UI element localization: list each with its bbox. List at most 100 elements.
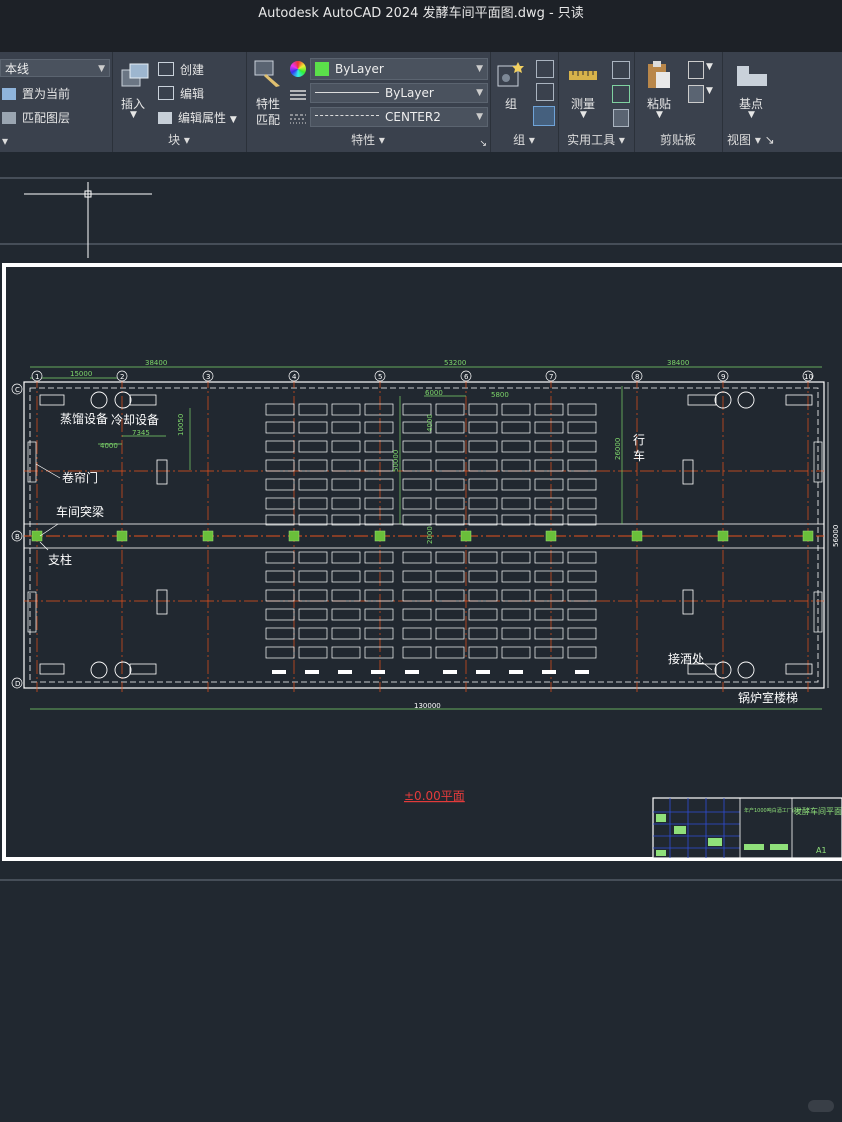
sheet-frame <box>2 263 842 861</box>
dim-7345: 7345 <box>132 429 150 437</box>
dim-56000: 56000 <box>832 525 840 547</box>
edit-attributes-icon <box>158 112 172 124</box>
utilities-panel-label[interactable]: 实用工具 ▾ <box>558 131 634 148</box>
ruler-icon[interactable] <box>568 66 598 82</box>
dialog-launcher-icon[interactable]: ↘ <box>479 139 487 149</box>
layer-dropdown-value: 本线 <box>5 62 30 76</box>
group-edit-icon[interactable] <box>536 83 554 101</box>
group-button[interactable]: 组 <box>505 95 517 112</box>
block-panel: 插入 ▼ 创建 编辑 编辑属性 ▼ 块 ▾ <box>112 52 247 152</box>
properties-panel-label[interactable]: 特性 ▾ <box>246 131 490 148</box>
drawing-canvas[interactable]: 38400 53200 38400 15000 1 2 3 4 5 6 7 8 … <box>0 152 842 1122</box>
chevron-down-icon: ▼ <box>476 64 483 74</box>
linetype-dropdown[interactable]: CENTER2 ▼ <box>310 107 488 127</box>
axis-tag-4: 4 <box>292 373 297 381</box>
color-wheel-icon[interactable] <box>290 61 306 77</box>
match-properties-label-1[interactable]: 特性 <box>256 95 280 112</box>
paste-icon[interactable] <box>646 60 672 90</box>
base-point-icon[interactable] <box>736 64 768 88</box>
clipboard-panel-label[interactable]: 剪贴板 <box>634 131 722 148</box>
lineweight-dropdown-value: ByLayer <box>385 86 434 100</box>
linetype-icon <box>290 110 306 124</box>
match-properties-icon[interactable] <box>254 60 284 88</box>
clipboard-panel: 粘贴 ▼ ▼ ▼ 剪贴板 <box>634 52 723 152</box>
window-title: Autodesk AutoCAD 2024 发酵车间平面图.dwg - 只读 <box>258 6 584 21</box>
utilities-panel: 测量 ▼ 实用工具 ▾ <box>558 52 635 152</box>
dim-130000: 130000 <box>414 702 441 710</box>
groups-panel-label-text: 组 <box>513 133 526 147</box>
calculator-icon[interactable] <box>613 109 629 127</box>
match-layer-button[interactable]: 匹配图层 <box>2 109 70 126</box>
layer-dropdown[interactable]: 本线 ▼ <box>0 59 110 77</box>
match-layer-icon <box>2 112 16 124</box>
layer-panel-expander[interactable]: ▾ <box>0 134 112 148</box>
chevron-down-icon: ▼ <box>476 88 483 98</box>
copy-chevron-icon[interactable]: ▼ <box>706 86 713 96</box>
axis-tag-c: C <box>15 386 20 394</box>
dim-top-left: 38400 <box>145 359 167 367</box>
axis-tag-6: 6 <box>464 373 469 381</box>
paste-chevron-icon[interactable]: ▼ <box>656 110 663 120</box>
dim-15000: 15000 <box>70 370 92 378</box>
copy-icon[interactable] <box>688 85 704 103</box>
axis-tag-b: B <box>15 533 20 541</box>
fermentation-pits-bottom <box>265 551 597 659</box>
axis-tag-10: 10 <box>804 373 813 381</box>
dim-6000: 6000 <box>425 389 443 397</box>
match-properties-label-2[interactable]: 匹配 <box>256 111 280 128</box>
linetype-preview <box>315 115 379 117</box>
groups-panel-label[interactable]: 组 ▾ <box>490 131 558 148</box>
title-block-drawing-name: 发酵车间平面图 <box>794 806 842 816</box>
group-icon[interactable] <box>496 60 524 88</box>
drawing-viewport[interactable]: 38400 53200 38400 15000 1 2 3 4 5 6 7 8 … <box>0 152 842 1122</box>
set-current-label: 置为当前 <box>22 87 71 101</box>
label-crane-1: 行 <box>633 433 645 447</box>
view-panel-label-text: 视图 <box>727 133 752 147</box>
edit-attributes-button[interactable]: 编辑属性 ▼ <box>158 109 237 126</box>
view-panel-label[interactable]: 视图 ▾ ↘ <box>722 131 842 148</box>
linetype-dropdown-value: CENTER2 <box>385 110 441 124</box>
label-distill: 蒸馏设备 <box>60 412 108 426</box>
color-swatch <box>315 62 329 76</box>
properties-panel-label-text: 特性 <box>351 133 376 147</box>
axis-tag-3: 3 <box>206 373 210 381</box>
create-block-icon <box>158 62 174 76</box>
axis-tag-7: 7 <box>549 373 553 381</box>
cut-icon[interactable] <box>688 61 704 79</box>
label-wine-outlet: 接酒处 <box>668 651 704 666</box>
cut-chevron-icon[interactable]: ▼ <box>706 62 713 72</box>
label-column: 支柱 <box>48 552 72 567</box>
layer-panel: 本线 ▼ 置为当前 匹配图层 ▾ <box>0 52 113 152</box>
set-current-button[interactable]: 置为当前 <box>2 85 70 102</box>
insert-block-icon[interactable] <box>120 62 150 88</box>
group-select-icon[interactable] <box>533 106 555 126</box>
properties-panel: 特性 匹配 ByLayer ▼ ByLayer ▼ CENTER2 ▼ 特性 ▾… <box>246 52 491 152</box>
label-cooling: 冷却设备 <box>111 413 159 427</box>
edit-block-button[interactable]: 编辑 <box>158 85 204 102</box>
select-all-icon[interactable] <box>612 85 630 103</box>
axis-tag-2: 2 <box>120 373 124 381</box>
label-boiler-stair: 锅炉室楼梯 <box>738 690 798 705</box>
dim-26000: 26000 <box>614 438 622 460</box>
ungroup-icon[interactable] <box>536 60 554 78</box>
view-panel: 基点 ▼ 视图 ▾ ↘ <box>722 52 842 152</box>
block-panel-label[interactable]: 块 ▾ <box>112 131 246 148</box>
base-point-chevron-icon[interactable]: ▼ <box>748 110 755 120</box>
ribbon: 本线 ▼ 置为当前 匹配图层 ▾ 插入 ▼ 创建 编辑 编辑属性 ▼ 块 ▾ 特… <box>0 52 842 153</box>
chevron-down-icon: ▼ <box>476 112 483 122</box>
lineweight-dropdown[interactable]: ByLayer ▼ <box>310 83 488 103</box>
dim-top-right: 38400 <box>667 359 689 367</box>
edit-block-icon <box>158 86 174 100</box>
dim-50000: 50000 <box>392 450 400 472</box>
crosshair-cursor <box>24 182 152 258</box>
axis-tag-9: 9 <box>721 373 725 381</box>
block-panel-label-text: 块 <box>168 133 181 147</box>
dim-4000: 4000 <box>100 442 118 450</box>
measure-chevron-icon[interactable]: ▼ <box>580 110 587 120</box>
insert-chevron-icon[interactable]: ▼ <box>130 110 137 120</box>
quick-select-icon[interactable] <box>612 61 630 79</box>
watermark-badge <box>808 1100 834 1112</box>
color-dropdown[interactable]: ByLayer ▼ <box>310 58 488 80</box>
create-block-button[interactable]: 创建 <box>158 61 204 78</box>
edit-block-label: 编辑 <box>180 87 205 101</box>
